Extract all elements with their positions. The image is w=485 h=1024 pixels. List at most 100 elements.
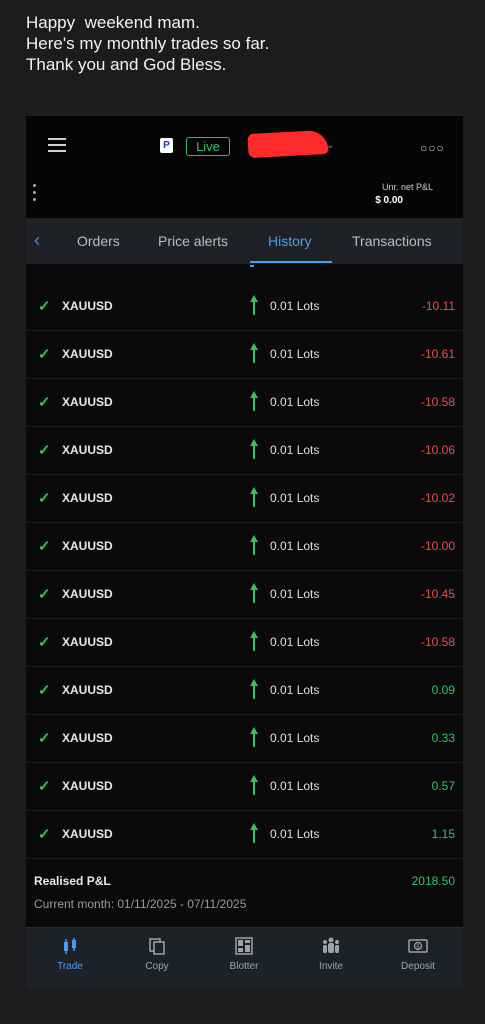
trade-lots: 0.01 Lots [270, 299, 320, 313]
trade-lots: 0.01 Lots [270, 347, 320, 361]
trade-symbol: XAUUSD [62, 395, 113, 409]
nav-invite[interactable]: Invite [291, 928, 371, 989]
svg-text:$: $ [416, 944, 420, 951]
tab-bar: ‹ Orders Price alerts History Transactio… [26, 218, 463, 264]
check-icon: ✓ [38, 730, 51, 747]
trade-symbol: XAUUSD [62, 347, 113, 361]
trade-lots: 0.01 Lots [270, 587, 320, 601]
table-row[interactable]: ✓ XAUUSD 0.01 Lots -10.61 [26, 331, 463, 379]
period-range: Current month: 01/11/2025 - 07/11/2025 [34, 897, 247, 911]
nav-copy[interactable]: Copy [117, 928, 197, 989]
trade-symbol: XAUUSD [62, 587, 113, 601]
arrow-up-icon [250, 631, 258, 651]
blotter-grid-icon [234, 936, 254, 956]
chevron-down-icon[interactable]: ⌄ [326, 140, 334, 151]
trade-symbol: XAUUSD [62, 683, 113, 697]
table-row[interactable]: ✓ XAUUSD 0.01 Lots -10.06 [26, 427, 463, 475]
message-line-2: Here's my monthly trades so far. [26, 34, 270, 53]
trade-lots: 0.01 Lots [270, 683, 320, 697]
check-icon: ✓ [38, 538, 51, 555]
nav-label: Trade [57, 961, 83, 972]
arrow-up-icon [250, 583, 258, 603]
arrow-up-icon [250, 295, 258, 315]
tab-transactions[interactable]: Transactions [352, 233, 432, 249]
arrow-up-icon [250, 343, 258, 363]
candlestick-icon [60, 936, 80, 956]
trade-symbol: XAUUSD [62, 299, 113, 313]
check-icon: ✓ [38, 442, 51, 459]
table-row[interactable]: ✓ XAUUSD 0.01 Lots -10.58 [26, 619, 463, 667]
trade-pnl: -10.45 [420, 587, 455, 601]
deposit-cash-icon: $ [408, 936, 428, 956]
check-icon: ✓ [38, 634, 51, 651]
trade-lots: 0.01 Lots [270, 443, 320, 457]
menu-icon[interactable] [48, 138, 66, 152]
arrow-up-icon [250, 439, 258, 459]
trade-lots: 0.01 Lots [270, 491, 320, 505]
unrealised-pnl-label: Unr. net P&L [381, 182, 433, 192]
trade-symbol: XAUUSD [62, 443, 113, 457]
nav-trade[interactable]: Trade [30, 928, 110, 989]
scroll-indicator [250, 265, 254, 267]
trade-symbol: XAUUSD [62, 635, 113, 649]
check-icon: ✓ [38, 778, 51, 795]
table-row[interactable]: ✓ XAUUSD 0.01 Lots -10.00 [26, 523, 463, 571]
table-row[interactable]: ✓ XAUUSD 0.01 Lots 0.33 [26, 715, 463, 763]
check-icon: ✓ [38, 346, 51, 363]
realised-pnl-label: Realised P&L [34, 874, 111, 888]
table-row[interactable]: ✓ XAUUSD 0.01 Lots -10.02 [26, 475, 463, 523]
trade-pnl: 0.33 [431, 731, 455, 745]
tab-orders[interactable]: Orders [77, 233, 120, 249]
check-icon: ✓ [38, 586, 51, 603]
trade-symbol: XAUUSD [62, 827, 113, 841]
arrow-up-icon [250, 391, 258, 411]
trade-lots: 0.01 Lots [270, 539, 320, 553]
check-icon: ✓ [38, 490, 51, 507]
trade-pnl: 1.15 [431, 827, 455, 841]
unrealised-pnl-value: $ 0.00 [375, 195, 403, 206]
table-row[interactable]: ✓ XAUUSD 0.01 Lots 0.09 [26, 667, 463, 715]
nav-blotter[interactable]: Blotter [204, 928, 284, 989]
nav-label: Deposit [401, 961, 435, 972]
account-summary: Unr. net P&L $ 0.00 [26, 178, 463, 218]
drag-handle-icon[interactable] [33, 184, 36, 205]
redacted-account-name [247, 129, 329, 159]
trade-pnl: -10.06 [420, 443, 455, 457]
nav-label: Invite [319, 961, 343, 972]
active-tab-indicator [250, 261, 332, 263]
account-type-badge[interactable]: Live [186, 137, 230, 156]
top-bar: P Live ⌄ ○○○ [26, 116, 463, 178]
arrow-up-icon [250, 679, 258, 699]
more-horizontal-icon[interactable]: ○○○ [420, 141, 445, 155]
table-row[interactable]: ✓ XAUUSD 0.01 Lots -10.45 [26, 571, 463, 619]
table-row[interactable]: ✓ XAUUSD 0.01 Lots 1.15 [26, 811, 463, 859]
trade-pnl: -10.11 [421, 299, 455, 313]
trade-pnl: -10.61 [420, 347, 455, 361]
arrow-up-icon [250, 535, 258, 555]
tab-history[interactable]: History [268, 233, 312, 249]
message-line-3: Thank you and God Bless. [26, 55, 227, 74]
table-row[interactable]: ✓ XAUUSD 0.01 Lots -10.11 [26, 283, 463, 331]
trade-history-list: ✓ XAUUSD 0.01 Lots -10.11 ✓ XAUUSD 0.01 Lots -1… [26, 283, 463, 859]
trade-lots: 0.01 Lots [270, 779, 320, 793]
trade-pnl: -10.58 [420, 635, 455, 649]
trade-lots: 0.01 Lots [270, 731, 320, 745]
nav-deposit[interactable]: $ Deposit [378, 928, 458, 989]
copy-icon [147, 936, 167, 956]
check-icon: ✓ [38, 682, 51, 699]
trade-symbol: XAUUSD [62, 779, 113, 793]
trade-pnl: 0.09 [431, 683, 455, 697]
table-row[interactable]: ✓ XAUUSD 0.01 Lots 0.57 [26, 763, 463, 811]
back-chevron-icon[interactable]: ‹ [34, 230, 40, 251]
trade-pnl: -10.02 [420, 491, 455, 505]
trade-pnl: -10.58 [420, 395, 455, 409]
trade-symbol: XAUUSD [62, 731, 113, 745]
arrow-up-icon [250, 823, 258, 843]
tab-price-alerts[interactable]: Price alerts [158, 233, 228, 249]
realised-pnl-value: 2018.50 [411, 874, 455, 888]
trade-lots: 0.01 Lots [270, 635, 320, 649]
trade-lots: 0.01 Lots [270, 395, 320, 409]
arrow-up-icon [250, 487, 258, 507]
trade-pnl: 0.57 [431, 779, 455, 793]
table-row[interactable]: ✓ XAUUSD 0.01 Lots -10.58 [26, 379, 463, 427]
